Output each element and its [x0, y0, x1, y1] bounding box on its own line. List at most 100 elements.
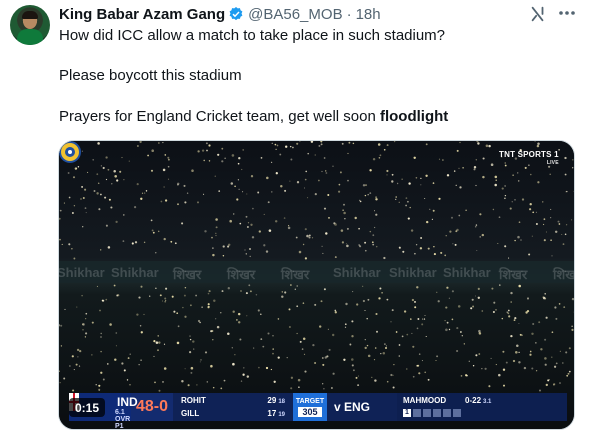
hashtag-link[interactable]: floodlight	[380, 108, 448, 125]
phone-light	[540, 348, 543, 351]
phone-light	[288, 308, 291, 311]
phone-light	[271, 142, 273, 144]
phone-light	[457, 305, 461, 308]
phone-light	[321, 170, 323, 173]
phone-light	[122, 240, 125, 242]
tweet[interactable]: King Babar Azam Gang @BA56_MOB · 18h How…	[0, 0, 594, 437]
phone-light	[401, 335, 404, 338]
phone-light	[113, 284, 116, 287]
phone-light	[458, 167, 460, 170]
phone-light	[421, 318, 424, 320]
ball-slot	[433, 409, 441, 417]
phone-light	[192, 340, 195, 343]
avatar[interactable]	[10, 5, 50, 45]
phone-light	[102, 166, 105, 170]
phone-light	[507, 309, 510, 312]
phone-light	[245, 253, 248, 255]
phone-light	[227, 332, 230, 335]
phone-light	[530, 173, 532, 176]
phone-light	[444, 319, 446, 322]
phone-light	[402, 250, 405, 253]
phone-light	[482, 175, 485, 179]
phone-light	[73, 369, 75, 371]
phone-light	[274, 220, 278, 223]
grok-icon[interactable]	[529, 5, 547, 23]
phone-light	[314, 193, 317, 196]
phone-light	[263, 244, 266, 247]
phone-light	[136, 145, 139, 147]
phone-light	[143, 192, 146, 194]
phone-light	[548, 165, 551, 168]
phone-light	[250, 175, 254, 178]
phone-light	[378, 157, 381, 159]
phone-light	[551, 255, 553, 257]
phone-light	[206, 381, 209, 383]
phone-light	[302, 337, 306, 340]
phone-light	[113, 170, 116, 173]
phone-light	[518, 351, 520, 354]
phone-light	[529, 203, 532, 206]
phone-light	[205, 142, 208, 145]
phone-light	[558, 223, 561, 225]
phone-light	[167, 156, 170, 159]
phone-light	[260, 157, 263, 159]
phone-light	[121, 157, 123, 159]
phone-light	[116, 179, 119, 182]
phone-light	[497, 242, 499, 245]
phone-light	[564, 233, 567, 236]
phone-light	[296, 305, 299, 308]
phone-light	[359, 199, 361, 201]
phone-light	[433, 246, 435, 248]
phone-light	[265, 366, 269, 370]
phone-light	[420, 237, 423, 239]
phone-light	[532, 211, 535, 214]
phone-light	[332, 372, 335, 375]
phone-light	[168, 158, 170, 161]
phone-light	[512, 174, 514, 176]
phone-light	[288, 325, 291, 329]
phone-light	[98, 384, 101, 387]
phone-light	[143, 241, 146, 244]
phone-light	[212, 253, 215, 257]
phone-light	[508, 315, 511, 318]
phone-light	[76, 348, 80, 352]
phone-light	[174, 242, 177, 245]
phone-light	[348, 141, 351, 144]
phone-light	[341, 142, 344, 145]
phone-light	[129, 384, 131, 386]
phone-light	[177, 203, 179, 206]
phone-light	[349, 343, 352, 346]
phone-light	[356, 303, 359, 306]
phone-light	[215, 232, 217, 235]
author-name[interactable]: King Babar Azam Gang	[59, 6, 225, 23]
phone-light	[128, 160, 130, 162]
phone-light	[367, 193, 369, 196]
batter-1-score: 29 18	[267, 396, 285, 405]
phone-light	[459, 186, 462, 189]
phone-light	[247, 222, 250, 224]
phone-light	[210, 330, 213, 333]
opponent: v ENG	[327, 393, 377, 421]
phone-light	[63, 377, 66, 380]
phone-light	[338, 183, 341, 186]
phone-light	[406, 368, 408, 370]
phone-light	[208, 160, 211, 162]
phone-light	[344, 218, 346, 220]
tweet-video[interactable]: TNT SPORTS 1 LIVE Shikhar Shikhar शिखर श…	[58, 140, 575, 430]
phone-light	[384, 343, 386, 345]
phone-light	[351, 358, 354, 361]
video-time-badge[interactable]: 0:15	[69, 398, 106, 417]
tweet-timestamp[interactable]: 18h	[356, 6, 381, 23]
phone-light	[240, 380, 243, 382]
phone-light	[495, 309, 497, 311]
phone-light	[423, 318, 426, 320]
phone-light	[222, 255, 225, 257]
phone-light	[433, 253, 436, 256]
phone-light	[212, 247, 214, 249]
phone-light	[77, 356, 79, 358]
phone-light	[386, 174, 388, 176]
more-icon[interactable]	[557, 5, 577, 21]
phone-light	[512, 359, 516, 363]
author-handle[interactable]: @BA56_MOB	[248, 6, 342, 23]
phone-light	[189, 338, 192, 341]
